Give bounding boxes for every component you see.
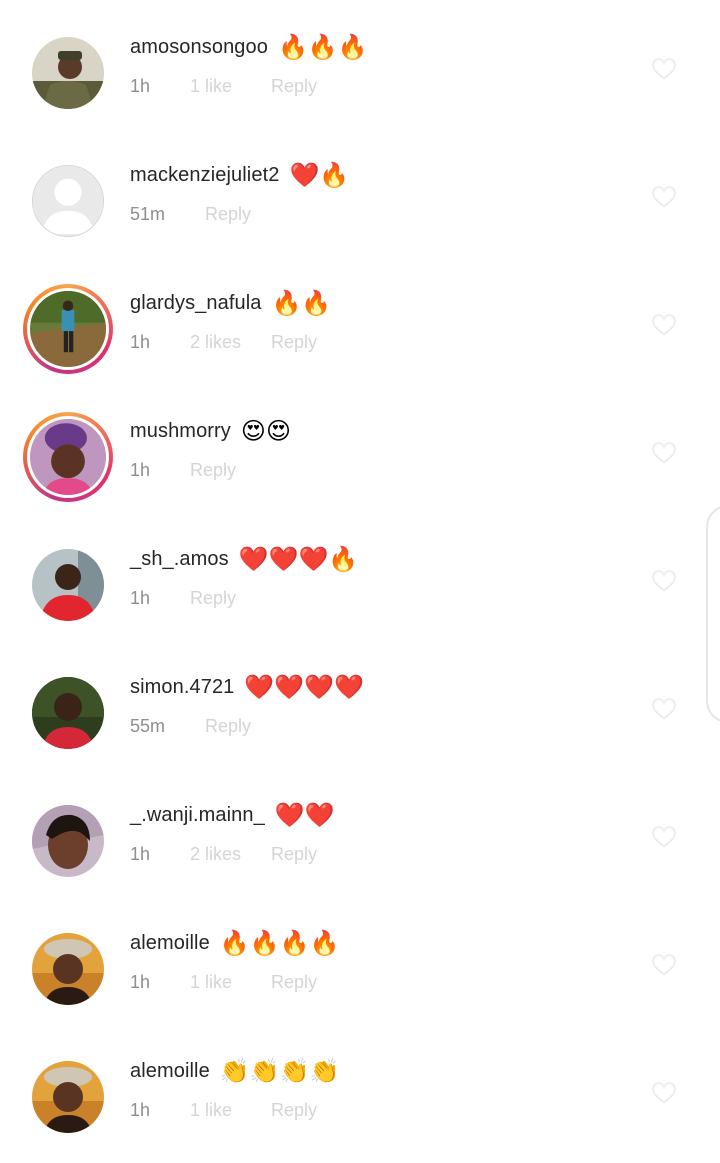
heart-outline-icon[interactable] bbox=[651, 569, 677, 593]
comment-time: 1h bbox=[130, 587, 151, 608]
profile-photo bbox=[32, 933, 104, 1005]
heart-outline-icon[interactable] bbox=[651, 57, 677, 81]
comment-item: amosonsongoo 🔥🔥🔥 1h 1 like Reply bbox=[0, 0, 720, 128]
avatar[interactable] bbox=[23, 284, 113, 374]
comment-username[interactable]: _sh_.amos bbox=[130, 548, 229, 571]
profile-photo bbox=[32, 37, 104, 109]
comment-time: 1h bbox=[130, 459, 151, 480]
comment-text: 🔥🔥🔥 bbox=[277, 33, 368, 61]
comment-username[interactable]: _.wanji.mainn_ bbox=[130, 804, 265, 827]
comment-text: 😍😍 bbox=[240, 417, 291, 445]
comment-time: 51m bbox=[130, 203, 166, 224]
reply-button[interactable]: Reply bbox=[205, 204, 251, 225]
edge-panel-handle[interactable] bbox=[706, 505, 720, 723]
profile-photo bbox=[32, 805, 104, 877]
profile-photo bbox=[30, 291, 106, 367]
avatar[interactable] bbox=[32, 805, 104, 877]
comment-likes-count[interactable]: 1 like bbox=[190, 76, 251, 97]
avatar[interactable] bbox=[32, 933, 104, 1005]
profile-photo bbox=[30, 419, 106, 495]
comment-likes-count[interactable]: 2 likes bbox=[190, 844, 251, 865]
reply-button[interactable]: Reply bbox=[190, 588, 236, 609]
comment-time: 1h bbox=[130, 75, 151, 96]
avatar[interactable] bbox=[32, 165, 104, 237]
reply-button[interactable]: Reply bbox=[271, 332, 317, 353]
comment-time: 1h bbox=[130, 971, 151, 992]
comment-username[interactable]: mushmorry bbox=[130, 420, 231, 443]
comment-username[interactable]: amosonsongoo bbox=[130, 36, 268, 59]
avatar[interactable] bbox=[32, 549, 104, 621]
reply-button[interactable]: Reply bbox=[271, 76, 317, 97]
comment-likes-count[interactable]: 1 like bbox=[190, 972, 251, 993]
comment-item: simon.4721 ❤️❤️❤️❤️ 55m Reply bbox=[0, 640, 720, 768]
comment-text: ❤️❤️ bbox=[274, 801, 335, 829]
avatar[interactable] bbox=[32, 1061, 104, 1133]
comment-item: alemoille 👏👏👏👏 1h 1 like Reply bbox=[0, 1024, 720, 1152]
avatar[interactable] bbox=[32, 677, 104, 749]
heart-outline-icon[interactable] bbox=[651, 825, 677, 849]
comment-username[interactable]: alemoille bbox=[130, 1060, 210, 1083]
heart-outline-icon[interactable] bbox=[651, 953, 677, 977]
comment-item: alemoille 🔥🔥🔥🔥 1h 1 like Reply bbox=[0, 896, 720, 1024]
profile-photo bbox=[32, 549, 104, 621]
comment-username[interactable]: simon.4721 bbox=[130, 676, 234, 699]
comment-text: ❤️❤️❤️🔥 bbox=[238, 545, 359, 573]
comment-time: 1h bbox=[130, 331, 151, 352]
reply-button[interactable]: Reply bbox=[271, 844, 317, 865]
comment-text: ❤️🔥 bbox=[289, 161, 350, 189]
comment-time: 1h bbox=[130, 1099, 151, 1120]
comment-username[interactable]: alemoille bbox=[130, 932, 210, 955]
comment-item: glardys_nafula 🔥🔥 1h 2 likes Reply bbox=[0, 256, 720, 384]
comment-text: 🔥🔥🔥🔥 bbox=[219, 929, 340, 957]
comment-list: amosonsongoo 🔥🔥🔥 1h 1 like Reply mackenz… bbox=[0, 0, 720, 1152]
comment-item: _.wanji.mainn_ ❤️❤️ 1h 2 likes Reply bbox=[0, 768, 720, 896]
comment-item: mackenziejuliet2 ❤️🔥 51m Reply bbox=[0, 128, 720, 256]
comment-likes-count[interactable]: 1 like bbox=[190, 1100, 251, 1121]
comment-item: mushmorry 😍😍 1h Reply bbox=[0, 384, 720, 512]
comment-text: ❤️❤️❤️❤️ bbox=[244, 673, 364, 701]
heart-outline-icon[interactable] bbox=[651, 441, 677, 465]
avatar[interactable] bbox=[23, 412, 113, 502]
comment-time: 55m bbox=[130, 715, 166, 736]
heart-outline-icon[interactable] bbox=[651, 1081, 677, 1105]
avatar[interactable] bbox=[32, 37, 104, 109]
default-user-icon bbox=[32, 165, 104, 237]
comment-time: 1h bbox=[130, 843, 151, 864]
reply-button[interactable]: Reply bbox=[190, 460, 236, 481]
comment-text: 👏👏👏👏 bbox=[219, 1057, 340, 1085]
heart-outline-icon[interactable] bbox=[651, 185, 677, 209]
comment-text: 🔥🔥 bbox=[271, 289, 332, 317]
comment-item: _sh_.amos ❤️❤️❤️🔥 1h Reply bbox=[0, 512, 720, 640]
heart-outline-icon[interactable] bbox=[651, 697, 677, 721]
reply-button[interactable]: Reply bbox=[271, 972, 317, 993]
heart-outline-icon[interactable] bbox=[651, 313, 677, 337]
reply-button[interactable]: Reply bbox=[205, 716, 251, 737]
reply-button[interactable]: Reply bbox=[271, 1100, 317, 1121]
profile-photo bbox=[32, 1061, 104, 1133]
comment-likes-count[interactable]: 2 likes bbox=[190, 332, 251, 353]
comment-username[interactable]: glardys_nafula bbox=[130, 292, 262, 315]
profile-photo bbox=[32, 677, 104, 749]
comment-username[interactable]: mackenziejuliet2 bbox=[130, 164, 279, 187]
